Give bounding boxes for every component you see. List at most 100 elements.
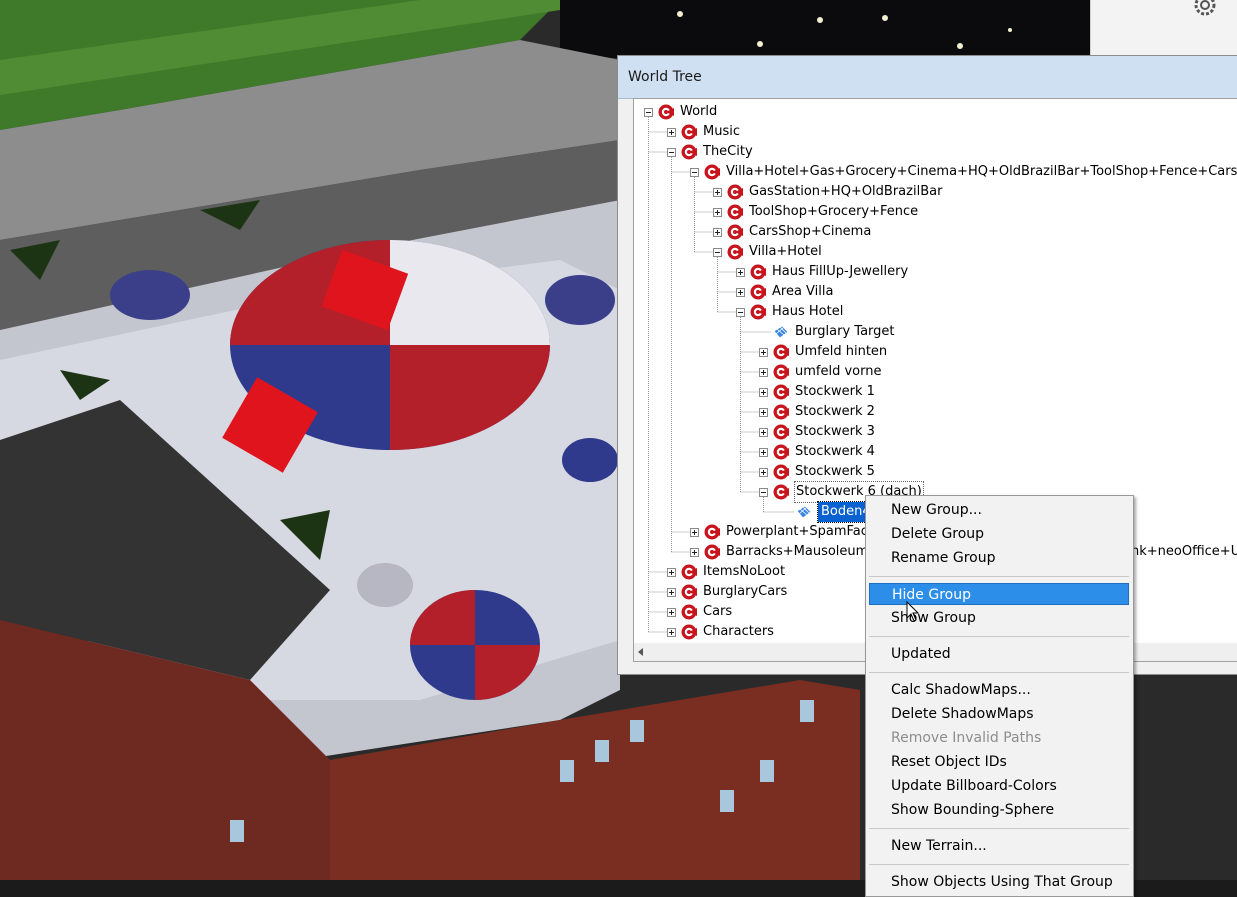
tree-node[interactable]: Villa+Hotel+Gas+Grocery+Cinema+HQ+OldBra… [634,162,1237,182]
tree-node-label: Villa+Hotel [749,244,822,259]
menu-separator [869,828,1129,829]
expand-plus-icon[interactable] [667,628,676,637]
window-title: World Tree [628,69,702,85]
tree-node[interactable]: umfeld vorne [634,362,1237,382]
expand-plus-icon[interactable] [759,348,768,357]
scroll-left-arrow-icon[interactable] [638,648,643,656]
expand-plus-icon[interactable] [690,528,699,537]
expand-plus-icon[interactable] [759,468,768,477]
tree-node-label: Villa+Hotel+Gas+Grocery+Cinema+HQ+OldBra… [726,164,1237,179]
tree-node[interactable]: TheCity [634,142,1237,162]
tree-node-label: BurglaryCars [703,584,788,599]
tree-node[interactable]: Stockwerk 4 [634,442,1237,462]
group-icon [773,424,789,440]
tree-node-label: World [680,104,718,119]
group-icon [658,104,674,120]
group-icon [773,404,789,420]
tree-node-label: Barracks+Mausoleum+ [726,544,880,559]
collapse-minus-icon[interactable] [644,108,653,117]
tree-node[interactable]: Haus FillUp-Jewellery [634,262,1237,282]
expand-plus-icon[interactable] [759,448,768,457]
menu-item-rename-group[interactable]: Rename Group [869,547,1129,569]
collapse-minus-icon[interactable] [713,248,722,257]
tree-node-label: CarsShop+Cinema [749,224,872,239]
tree-node-label: Stockwerk 2 [795,404,875,419]
tree-node-label: Cars [703,604,733,619]
tree-node-label: ItemsNoLoot [703,564,786,579]
group-icon [704,524,720,540]
tree-node[interactable]: Stockwerk 1 [634,382,1237,402]
expand-plus-icon[interactable] [667,588,676,597]
menu-item-new-terrain[interactable]: New Terrain... [869,835,1129,857]
collapse-minus-icon[interactable] [667,148,676,157]
mesh-icon [796,505,812,519]
collapse-minus-icon[interactable] [690,168,699,177]
group-icon [704,164,720,180]
menu-item-reset-object-ids[interactable]: Reset Object IDs [869,751,1129,773]
menu-item-show-bounding-sphere[interactable]: Show Bounding-Sphere [869,799,1129,821]
expand-plus-icon[interactable] [713,208,722,217]
group-icon [727,204,743,220]
tree-node[interactable]: Stockwerk 2 [634,402,1237,422]
tree-node[interactable]: Villa+Hotel [634,242,1237,262]
context-menu: New Group... Delete Group Rename Group Hide… [865,495,1134,897]
expand-plus-icon[interactable] [736,268,745,277]
window-titlebar[interactable]: World Tree [618,56,1237,99]
tree-node[interactable]: Stockwerk 5 [634,462,1237,482]
tree-node-label: Umfeld hinten [795,344,888,359]
gear-icon[interactable] [1190,0,1220,20]
group-icon [750,304,766,320]
menu-item-calc-shadowmaps[interactable]: Calc ShadowMaps... [869,679,1129,701]
expand-plus-icon[interactable] [667,608,676,617]
group-icon [681,144,697,160]
group-icon [681,124,697,140]
expand-plus-icon[interactable] [759,388,768,397]
tree-node[interactable]: ToolShop+Grocery+Fence [634,202,1237,222]
expand-plus-icon[interactable] [713,228,722,237]
group-icon [727,224,743,240]
tree-node[interactable]: Burglary Target [634,322,1237,342]
tree-node[interactable]: Music [634,122,1237,142]
menu-item-new-group[interactable]: New Group... [869,499,1129,521]
group-icon [704,544,720,560]
expand-plus-icon[interactable] [759,368,768,377]
tree-node-label: umfeld vorne [795,364,882,379]
expand-plus-icon[interactable] [667,128,676,137]
tree-node[interactable]: GasStation+HQ+OldBrazilBar [634,182,1237,202]
tree-node[interactable]: Haus Hotel [634,302,1237,322]
mesh-icon [773,325,789,339]
tree-node-label: TheCity [703,144,753,159]
expand-plus-icon[interactable] [736,288,745,297]
menu-item-remove-invalid-paths: Remove Invalid Paths [891,730,1042,746]
expand-plus-icon[interactable] [759,428,768,437]
tree-node-label: Burglary Target [795,324,895,339]
tree-node-label: Stockwerk 5 [795,464,875,479]
tree-node-label: Area Villa [772,284,834,299]
group-icon [727,184,743,200]
group-icon [750,264,766,280]
tree-node[interactable]: World [634,102,1237,122]
menu-item-update-billboard-colors[interactable]: Update Billboard-Colors [869,775,1129,797]
collapse-minus-icon[interactable] [759,488,768,497]
group-icon [727,244,743,260]
collapse-minus-icon[interactable] [736,308,745,317]
expand-plus-icon[interactable] [690,548,699,557]
expand-plus-icon[interactable] [759,408,768,417]
tree-node[interactable]: CarsShop+Cinema [634,222,1237,242]
menu-item-delete-shadowmaps[interactable]: Delete ShadowMaps [869,703,1129,725]
tree-node[interactable]: Stockwerk 3 [634,422,1237,442]
menu-separator [869,636,1129,637]
expand-plus-icon[interactable] [667,568,676,577]
group-icon [773,484,789,500]
menu-item-show-objects-using-that-group[interactable]: Show Objects Using That Group [869,871,1129,893]
menu-item-updated[interactable]: Updated [869,643,1129,665]
tree-node-label: GasStation+HQ+OldBrazilBar [749,184,943,199]
tree-node-label: Haus FillUp-Jewellery [772,264,909,279]
tree-node[interactable]: Area Villa [634,282,1237,302]
tree-node-label: Stockwerk 4 [795,444,875,459]
group-icon [773,364,789,380]
tree-node[interactable]: Umfeld hinten [634,342,1237,362]
menu-item-delete-group[interactable]: Delete Group [869,523,1129,545]
expand-plus-icon[interactable] [713,188,722,197]
mouse-cursor-icon [906,601,920,622]
